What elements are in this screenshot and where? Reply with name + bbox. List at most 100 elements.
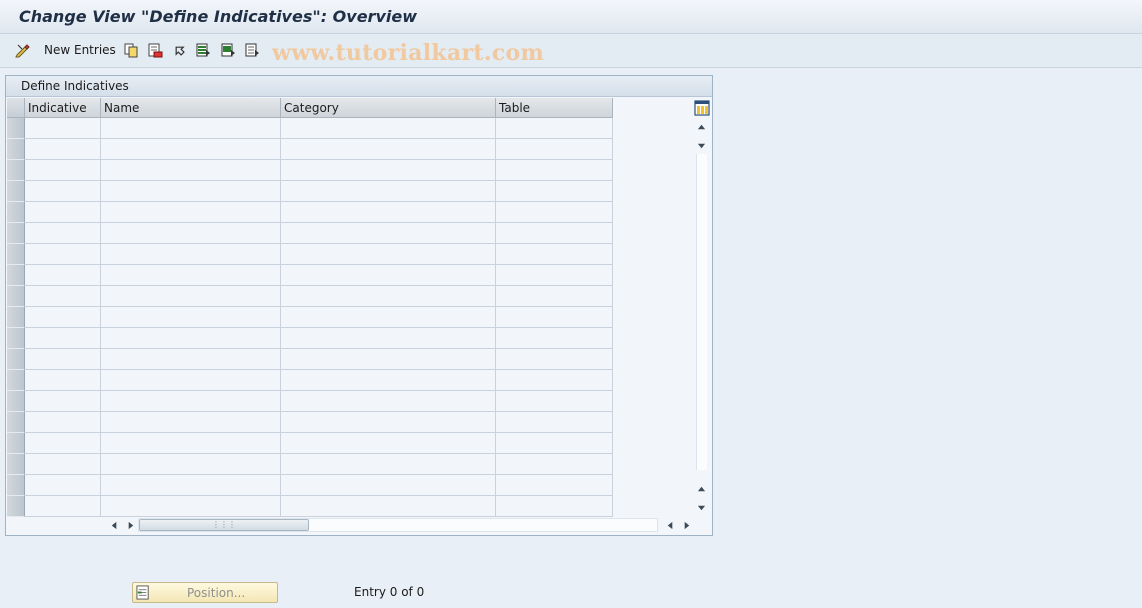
table-cell-name[interactable] (101, 202, 281, 223)
table-cell-indicative[interactable] (25, 244, 101, 265)
table-cell-name[interactable] (101, 475, 281, 496)
table-cell-category[interactable] (281, 286, 496, 307)
table-row[interactable] (7, 181, 613, 202)
table-cell-category[interactable] (281, 223, 496, 244)
table-row[interactable] (7, 475, 613, 496)
table-row[interactable] (7, 391, 613, 412)
table-cell-name[interactable] (101, 433, 281, 454)
row-selector[interactable] (7, 349, 25, 370)
table-row[interactable] (7, 370, 613, 391)
row-selector[interactable] (7, 496, 25, 517)
row-selector[interactable] (7, 433, 25, 454)
table-row[interactable] (7, 286, 613, 307)
table-cell-name[interactable] (101, 496, 281, 517)
table-cell-indicative[interactable] (25, 391, 101, 412)
table-row[interactable] (7, 433, 613, 454)
table-cell-indicative[interactable] (25, 265, 101, 286)
row-selector[interactable] (7, 265, 25, 286)
table-cell-table[interactable] (496, 223, 613, 244)
table-row[interactable] (7, 139, 613, 160)
select-all-rows-corner[interactable] (7, 98, 25, 118)
table-cell-name[interactable] (101, 349, 281, 370)
table-cell-category[interactable] (281, 307, 496, 328)
delete-icon[interactable] (147, 42, 163, 58)
table-cell-indicative[interactable] (25, 349, 101, 370)
scroll-page-up-icon[interactable] (695, 482, 708, 496)
table-cell-indicative[interactable] (25, 496, 101, 517)
new-entries-button[interactable]: New Entries (44, 43, 116, 57)
position-button[interactable]: Position... (132, 582, 278, 603)
table-cell-table[interactable] (496, 139, 613, 160)
table-cell-indicative[interactable] (25, 328, 101, 349)
select-all-icon[interactable] (195, 42, 211, 58)
table-cell-category[interactable] (281, 139, 496, 160)
table-cell-table[interactable] (496, 349, 613, 370)
table-cell-table[interactable] (496, 265, 613, 286)
row-selector[interactable] (7, 454, 25, 475)
table-cell-category[interactable] (281, 160, 496, 181)
edit-pencil-icon[interactable] (15, 42, 31, 58)
scroll-down-icon[interactable] (695, 138, 708, 152)
table-cell-indicative[interactable] (25, 454, 101, 475)
table-row[interactable] (7, 223, 613, 244)
scroll-page-down-icon[interactable] (695, 500, 708, 514)
table-row[interactable] (7, 454, 613, 475)
select-block-icon[interactable] (220, 42, 236, 58)
row-selector[interactable] (7, 286, 25, 307)
vertical-scroll-track[interactable] (696, 154, 707, 470)
table-cell-category[interactable] (281, 265, 496, 286)
table-cell-name[interactable] (101, 307, 281, 328)
table-cell-category[interactable] (281, 475, 496, 496)
table-cell-indicative[interactable] (25, 139, 101, 160)
row-selector[interactable] (7, 475, 25, 496)
table-cell-name[interactable] (101, 139, 281, 160)
table-cell-name[interactable] (101, 181, 281, 202)
table-cell-category[interactable] (281, 181, 496, 202)
table-cell-name[interactable] (101, 160, 281, 181)
table-row[interactable] (7, 265, 613, 286)
table-row[interactable] (7, 160, 613, 181)
table-cell-name[interactable] (101, 244, 281, 265)
table-cell-indicative[interactable] (25, 286, 101, 307)
table-cell-category[interactable] (281, 412, 496, 433)
table-cell-name[interactable] (101, 454, 281, 475)
table-cell-indicative[interactable] (25, 433, 101, 454)
table-row[interactable] (7, 349, 613, 370)
table-cell-table[interactable] (496, 454, 613, 475)
table-cell-indicative[interactable] (25, 118, 101, 139)
table-row[interactable] (7, 328, 613, 349)
scroll-up-icon[interactable] (695, 120, 708, 134)
table-cell-category[interactable] (281, 454, 496, 475)
table-cell-table[interactable] (496, 118, 613, 139)
scroll-right-icon[interactable] (123, 518, 137, 532)
table-cell-indicative[interactable] (25, 181, 101, 202)
table-cell-name[interactable] (101, 118, 281, 139)
table-cell-table[interactable] (496, 391, 613, 412)
column-header-category[interactable]: Category (281, 98, 496, 118)
row-selector[interactable] (7, 181, 25, 202)
column-header-table[interactable]: Table (496, 98, 613, 118)
table-cell-name[interactable] (101, 328, 281, 349)
table-cell-indicative[interactable] (25, 412, 101, 433)
table-cell-table[interactable] (496, 412, 613, 433)
row-selector[interactable] (7, 244, 25, 265)
table-cell-table[interactable] (496, 307, 613, 328)
row-selector[interactable] (7, 160, 25, 181)
table-cell-name[interactable] (101, 223, 281, 244)
table-cell-category[interactable] (281, 370, 496, 391)
row-selector[interactable] (7, 118, 25, 139)
vertical-scrollbar[interactable] (692, 98, 711, 516)
table-cell-category[interactable] (281, 391, 496, 412)
table-cell-category[interactable] (281, 118, 496, 139)
row-selector[interactable] (7, 223, 25, 244)
scroll-left-icon[interactable] (107, 518, 121, 532)
table-cell-indicative[interactable] (25, 223, 101, 244)
table-row[interactable] (7, 202, 613, 223)
table-cell-table[interactable] (496, 433, 613, 454)
table-cell-indicative[interactable] (25, 202, 101, 223)
table-cell-category[interactable] (281, 202, 496, 223)
table-cell-indicative[interactable] (25, 160, 101, 181)
table-cell-table[interactable] (496, 496, 613, 517)
table-cell-indicative[interactable] (25, 370, 101, 391)
table-cell-name[interactable] (101, 370, 281, 391)
